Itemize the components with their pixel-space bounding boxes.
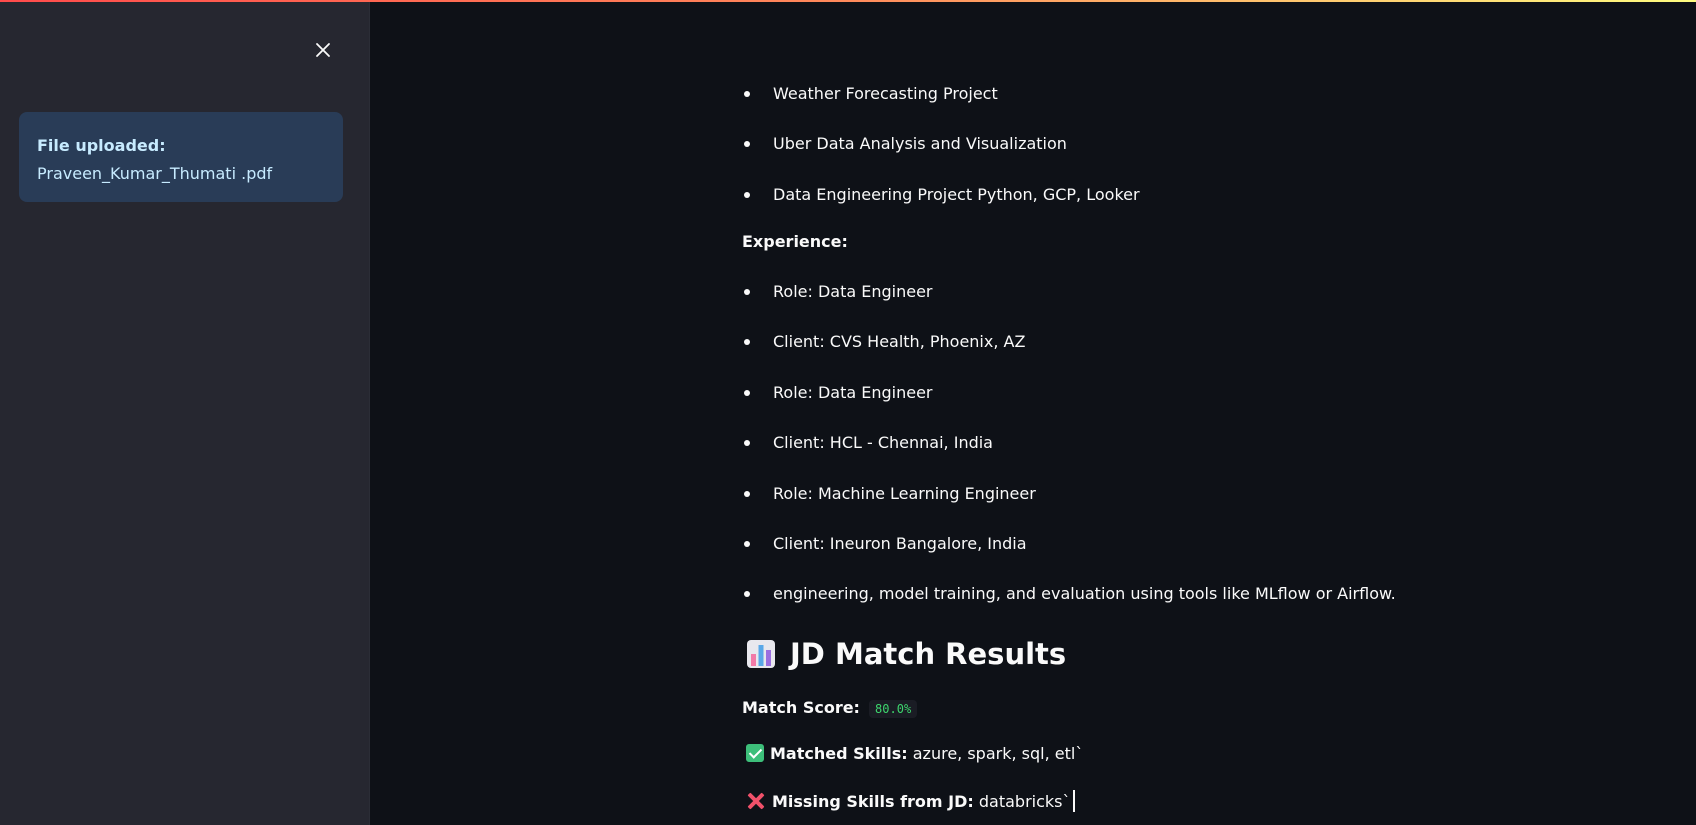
- text-cursor: [1072, 790, 1075, 812]
- bullet-dot: [744, 141, 750, 147]
- bullet-dot: [744, 289, 750, 295]
- list-item-text: engineering, model training, and evaluat…: [773, 584, 1396, 603]
- missing-skills-label: Missing Skills from JD:: [772, 792, 974, 811]
- match-score-label: Match Score:: [742, 698, 860, 717]
- close-sidebar-button[interactable]: [312, 39, 334, 61]
- list-item-text: Data Engineering Project Python, GCP, Lo…: [773, 185, 1140, 204]
- uploaded-filename: Praveen_Kumar_Thumati .pdf: [37, 164, 273, 183]
- list-item-text: Client: CVS Health, Phoenix, AZ: [773, 332, 1026, 351]
- matched-skills-label: Matched Skills:: [770, 744, 908, 763]
- experience-heading: Experience:: [742, 232, 848, 251]
- list-item-text: Uber Data Analysis and Visualization: [773, 134, 1067, 153]
- upload-status-label: File uploaded:: [37, 136, 166, 155]
- list-item-text: Role: Machine Learning Engineer: [773, 484, 1036, 503]
- bullet-dot: [744, 541, 750, 547]
- match-score-line: Match Score: 80.0%: [742, 697, 918, 720]
- results-title: JD Match Results: [790, 637, 1067, 671]
- bullet-dot: [744, 192, 750, 198]
- bar-chart-icon: [746, 639, 776, 669]
- matched-skills-value: azure, spark, sql, etl`: [912, 744, 1084, 763]
- check-mark-icon: [746, 744, 764, 762]
- close-icon: [316, 43, 330, 57]
- results-heading: JD Match Results: [746, 634, 1066, 674]
- bullet-dot: [744, 339, 750, 345]
- missing-skills-line: Missing Skills from JD: databricks`: [746, 790, 1075, 813]
- list-item-text: Client: Ineuron Bangalore, India: [773, 534, 1027, 553]
- bullet-dot: [744, 91, 750, 97]
- missing-skills-value: databricks`: [978, 792, 1071, 811]
- list-item-text: Client: HCL - Chennai, India: [773, 433, 993, 452]
- bullet-dot: [744, 591, 750, 597]
- list-item-text: Role: Data Engineer: [773, 383, 933, 402]
- bullet-dot: [744, 491, 750, 497]
- matched-skills-line: Matched Skills: azure, spark, sql, etl`: [746, 743, 1083, 765]
- main-content: [371, 2, 1696, 825]
- bullet-dot: [744, 440, 750, 446]
- bullet-dot: [744, 390, 750, 396]
- match-score-value: 80.0%: [869, 700, 918, 718]
- list-item-text: Role: Data Engineer: [773, 282, 933, 301]
- upload-status-alert: File uploaded: Praveen_Kumar_Thumati .pd…: [19, 112, 343, 202]
- sidebar: File uploaded: Praveen_Kumar_Thumati .pd…: [0, 2, 370, 825]
- cross-mark-icon: [746, 791, 766, 811]
- list-item-text: Weather Forecasting Project: [773, 84, 998, 103]
